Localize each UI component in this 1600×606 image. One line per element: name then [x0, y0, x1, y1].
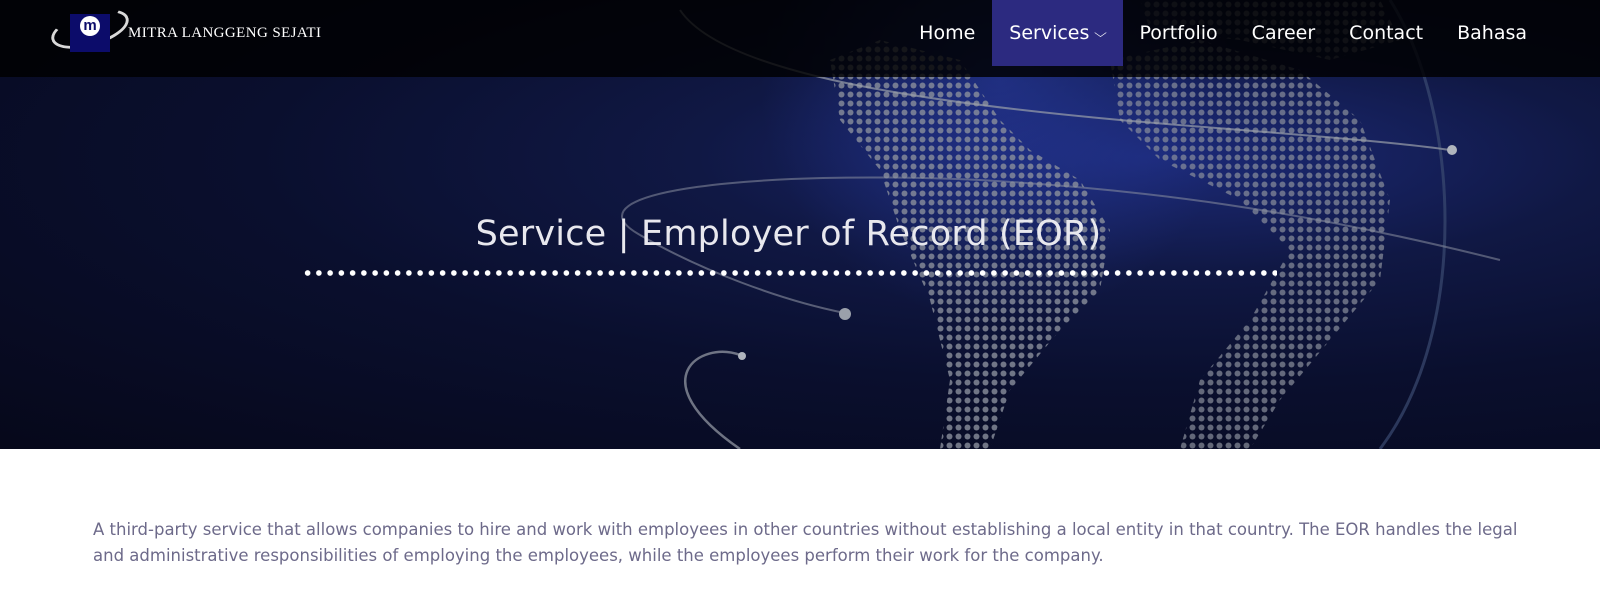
page-title: Service | Employer of Record (EOR): [475, 214, 1102, 254]
nav-bahasa[interactable]: Bahasa: [1440, 0, 1544, 66]
nav-portfolio-label: Portfolio: [1139, 22, 1218, 44]
logo-company-name: MITRA LANGGENG SEJATI: [128, 25, 322, 41]
chevron-down-icon[interactable]: ⌵: [1095, 26, 1108, 41]
nav-services-label: Services: [1009, 22, 1090, 44]
service-description: A third-party service that allows compan…: [93, 520, 1518, 565]
logo-letter: m: [80, 16, 100, 36]
nav-career[interactable]: Career: [1235, 0, 1333, 66]
nav-home[interactable]: Home: [902, 0, 992, 66]
main-menu: Home Services ⌵ Portfolio Career Contact…: [902, 0, 1544, 66]
site-logo[interactable]: m MITRA LANGGENG SEJATI: [46, 1, 330, 57]
nav-contact[interactable]: Contact: [1332, 0, 1440, 66]
hero-banner: m MITRA LANGGENG SEJATI Home Services ⌵ …: [0, 0, 1600, 449]
nav-home-label: Home: [919, 22, 976, 44]
nav-contact-label: Contact: [1349, 22, 1424, 44]
nav-bahasa-label: Bahasa: [1457, 22, 1527, 44]
nav-career-label: Career: [1251, 22, 1316, 44]
dotted-divider: [302, 270, 1277, 276]
nav-services[interactable]: Services ⌵: [992, 0, 1123, 66]
nav-portfolio[interactable]: Portfolio: [1123, 0, 1235, 66]
